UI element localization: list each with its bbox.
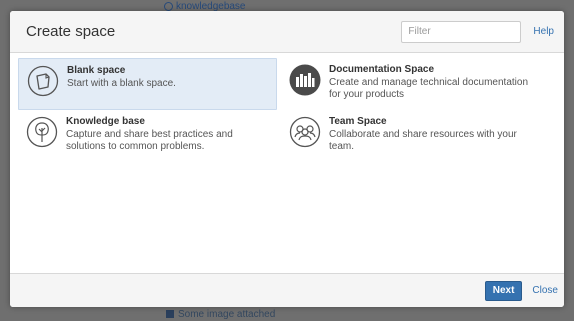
next-button[interactable]: Next [484,280,523,301]
blueprint-blank-space[interactable]: Blank space Start with a blank space. [18,58,277,110]
blueprint-grid: Blank space Start with a blank space. Do… [18,58,556,162]
dialog-body: Blank space Start with a blank space. Do… [10,53,564,273]
blueprint-description: Create and manage technical documentatio… [329,77,529,100]
knowledge-base-icon [26,116,58,148]
blueprint-documentation-space[interactable]: Documentation Space Create and manage te… [281,58,547,110]
blueprint-team-space[interactable]: Team Space Collaborate and share resourc… [281,110,547,162]
blueprint-name: Knowledge base [66,116,145,127]
help-link[interactable]: Help [533,26,554,37]
filter-input[interactable] [401,20,522,43]
blueprint-name: Documentation Space [329,64,435,75]
link-icon [164,1,173,11]
dialog-header: Create space Help [10,11,564,53]
background-attachment: Some image attached [166,307,275,321]
close-link[interactable]: Close [532,285,558,296]
create-space-dialog: Create space Help Blank space Start with… [10,11,564,307]
dialog-title: Create space [26,23,116,40]
documentation-space-icon [289,64,321,96]
team-space-icon [289,116,321,148]
blueprint-name: Team Space [329,116,387,127]
blueprint-description: Collaborate and share resources with you… [329,129,517,152]
image-icon [166,310,174,318]
blueprint-knowledge-base[interactable]: Knowledge base Capture and share best pr… [18,110,277,162]
blueprint-description: Capture and share best practices and sol… [66,129,233,152]
dialog-footer: Next Close [10,273,564,307]
blueprint-description: Start with a blank space. [67,78,176,89]
blueprint-name: Blank space [67,65,126,76]
blank-space-icon [27,65,59,97]
